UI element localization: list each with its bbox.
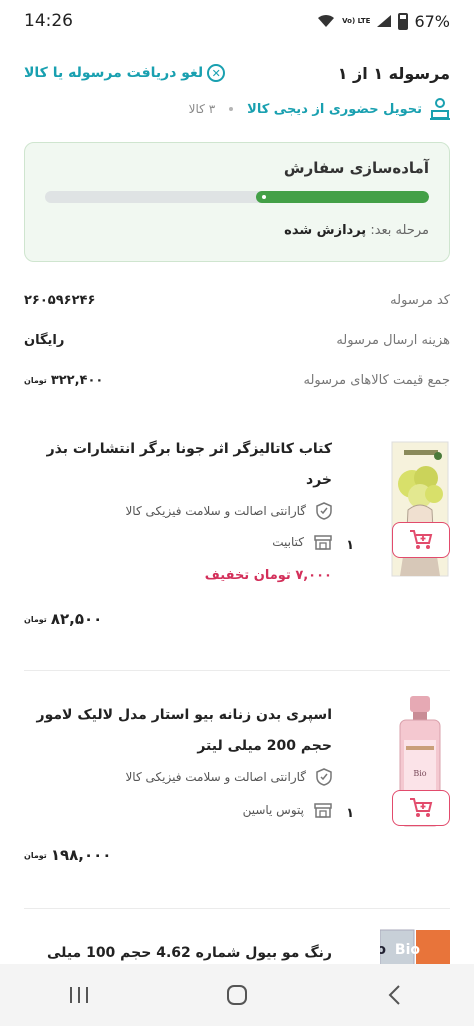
warranty-text: گارانتی اصالت و سلامت فیزیکی کالا [125, 770, 306, 784]
items-total-row: جمع قیمت کالاهای مرسوله ۳۲۲,۴۰۰ تومان [24, 366, 450, 394]
separator-dot [229, 107, 234, 111]
items-total-amount: ۳۲۲,۴۰۰ [50, 372, 104, 388]
add-to-cart-button-spray[interactable] [392, 790, 450, 826]
status-bar: 14:26 Vo) LTE 67% [0, 0, 474, 42]
lte-icon: Vo) LTE [342, 17, 371, 25]
shield-check-icon [316, 768, 332, 786]
add-to-cart-icon [410, 530, 433, 549]
seller-name[interactable]: پتوس یاسین [243, 803, 304, 817]
delivery-label: تحویل حضوری از دیجی کالا [247, 101, 422, 117]
order-progress-bar [45, 191, 429, 203]
signal-icon [377, 15, 392, 27]
product-quantity: ۱ [346, 806, 354, 821]
svg-text:Bio: Bio [413, 769, 426, 778]
order-status-title: آماده‌سازی سفارش [283, 159, 429, 177]
back-button[interactable] [365, 975, 425, 1015]
recent-apps-icon [70, 987, 88, 1003]
shipment-code-label: کد مرسوله [390, 292, 450, 308]
svg-text:Bio: Bio [380, 942, 386, 958]
product-title-line1: اسپری بدن زنانه بیو استار مدل لالیک لامو… [36, 707, 332, 723]
items-total-label: جمع قیمت کالاهای مرسوله [303, 372, 450, 388]
product-seller: پتوس یاسین [24, 802, 332, 818]
next-step-value: پردازش شده [284, 223, 367, 238]
delivery-method: تحویل حضوری از دیجی کالا ۳ کالا [24, 96, 450, 122]
person-pickup-icon [430, 98, 450, 120]
product-quantity: ۱ [346, 538, 354, 553]
product-price-amount: ۸۲,۵۰۰ [50, 610, 103, 628]
home-icon [227, 985, 247, 1005]
product-image-hair-dye: Bio Bio [380, 929, 450, 968]
product-price: ۱۹۸,۰۰۰ تومان [24, 846, 111, 864]
divider [24, 908, 450, 909]
product-title-line1: کتاب کاتالیزگر اثر جونا برگر انتشارات بذ… [46, 441, 332, 457]
shipping-cost-value: رایگان [24, 332, 65, 348]
back-icon [388, 985, 400, 1005]
product-title: کتاب کاتالیزگر اثر جونا برگر انتشارات بذ… [24, 434, 332, 496]
order-status-card: آماده‌سازی سفارش مرحله بعد: پردازش شده [24, 142, 450, 262]
product-discount: ۷,۰۰۰ تومان تخفیف [204, 568, 332, 583]
shield-check-icon [316, 502, 332, 520]
shipment-title: مرسوله ۱ از ۱ [337, 63, 450, 83]
product-title-line2: حجم 200 میلی لیتر [197, 738, 332, 754]
shipment-header: مرسوله ۱ از ۱ ✕ لغو دریافت مرسوله یا کال… [24, 58, 450, 88]
divider [24, 670, 450, 671]
next-step: مرحله بعد: پردازش شده [45, 223, 429, 238]
next-step-label: مرحله بعد: [370, 223, 429, 238]
items-count: ۳ کالا [188, 102, 216, 116]
cancel-shipment-button[interactable]: ✕ لغو دریافت مرسوله یا کالا [24, 64, 226, 82]
seller-name[interactable]: کتابیت [272, 535, 304, 549]
product-item-book[interactable]: ۱ کتاب کاتالیزگر اثر جونا برگر انتشارات … [24, 428, 450, 648]
add-to-cart-button-book[interactable] [392, 522, 450, 558]
product-warranty: گارانتی اصالت و سلامت فیزیکی کالا [24, 502, 332, 520]
close-circle-icon: ✕ [207, 64, 226, 82]
product-item-hair-dye[interactable]: Bio Bio رنگ مو بیول شماره 4.62 حجم 100 م… [24, 928, 450, 968]
status-time: 14:26 [24, 11, 73, 31]
recent-apps-button[interactable] [49, 975, 109, 1015]
store-icon [314, 535, 332, 550]
product-warranty: گارانتی اصالت و سلامت فیزیکی کالا [24, 768, 332, 786]
order-progress-fill [256, 191, 429, 203]
shipment-code-value: ۲۶۰۵۹۶۲۴۶ [24, 292, 96, 308]
wifi-icon [318, 14, 335, 27]
shipment-code-row: کد مرسوله ۲۶۰۵۹۶۲۴۶ [24, 286, 450, 314]
currency-label: تومان [24, 375, 47, 385]
add-to-cart-icon [410, 798, 433, 817]
status-icons: Vo) LTE 67% [316, 12, 450, 31]
store-icon [314, 803, 332, 818]
product-title: اسپری بدن زنانه بیو استار مدل لالیک لامو… [24, 700, 332, 762]
warranty-text: گارانتی اصالت و سلامت فیزیکی کالا [125, 504, 306, 518]
battery-icon [398, 12, 409, 30]
svg-text:Bio: Bio [395, 942, 420, 958]
product-price: ۸۲,۵۰۰ تومان [24, 610, 102, 628]
currency-label: تومان [24, 614, 47, 624]
currency-label: تومان [24, 850, 47, 860]
system-navigation-bar [0, 964, 474, 1026]
cancel-label: لغو دریافت مرسوله یا کالا [24, 65, 204, 81]
home-button[interactable] [207, 975, 267, 1015]
product-item-spray[interactable]: Bio ۱ اسپری بدن زنانه بیو استار مدل لالی… [24, 690, 450, 890]
product-price-amount: ۱۹۸,۰۰۰ [50, 846, 112, 864]
product-title-line2: خرد [306, 472, 332, 488]
shipping-cost-label: هزینه ارسال مرسوله [336, 332, 450, 348]
items-total-value: ۳۲۲,۴۰۰ تومان [24, 373, 103, 388]
battery-percent: 67% [414, 11, 450, 31]
shipping-cost-row: هزینه ارسال مرسوله رایگان [24, 326, 450, 354]
product-seller: کتابیت [24, 534, 332, 550]
